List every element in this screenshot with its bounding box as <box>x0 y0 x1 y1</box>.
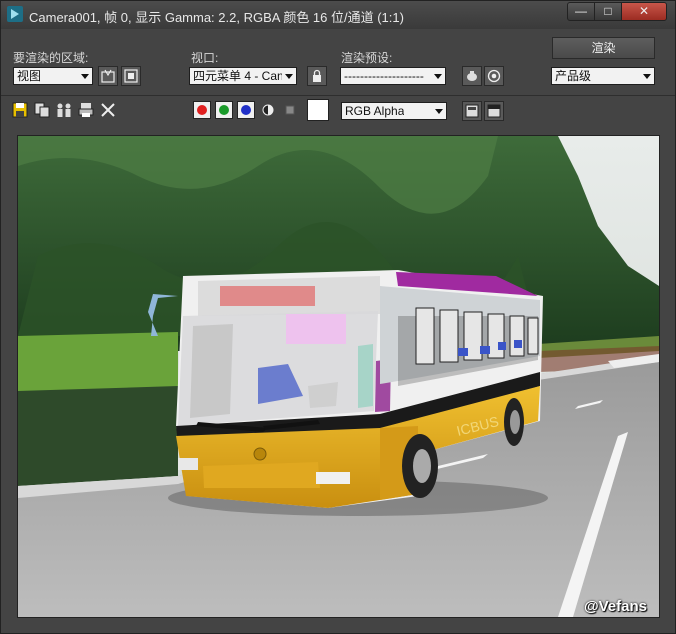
rendered-bus-scene: ICBUS <box>18 136 659 617</box>
red-channel-toggle[interactable] <box>193 101 211 119</box>
viewport-dropdown[interactable]: 四元菜单 4 - Can <box>189 67 297 85</box>
monochrome-icon[interactable] <box>281 101 299 119</box>
side-windows <box>415 307 539 365</box>
blue-dot-icon <box>241 105 251 115</box>
toolbar-divider <box>1 95 675 96</box>
quality-dropdown-value: 产品级 <box>555 69 592 83</box>
render-viewport[interactable]: ICBUS @Vefans <box>17 135 660 618</box>
window-icon <box>487 104 501 118</box>
channel-dropdown-value: RGB Alpha <box>345 104 405 118</box>
copy-image-icon[interactable] <box>33 101 51 119</box>
watermark-text: @Vefans <box>584 598 647 615</box>
window-title: Camera001, 帧 0, 显示 Gamma: 2.2, RGBA 颜色 1… <box>29 10 404 25</box>
maximize-button[interactable]: □ <box>594 2 622 21</box>
area-dropdown-value: 视图 <box>17 69 42 83</box>
blue-channel-toggle[interactable] <box>237 101 255 119</box>
green-channel-toggle[interactable] <box>215 101 233 119</box>
edit-region-button[interactable] <box>98 66 118 86</box>
title-bar[interactable]: Camera001, 帧 0, 显示 Gamma: 2.2, RGBA 颜色 1… <box>1 1 675 29</box>
chevron-down-icon <box>643 74 651 79</box>
render-setup-button[interactable] <box>462 66 482 86</box>
alpha-channel-icon[interactable] <box>259 101 277 119</box>
overlay-icon <box>465 104 479 118</box>
preset-dropdown[interactable]: -------------------- <box>340 67 446 85</box>
area-dropdown[interactable]: 视图 <box>13 67 93 85</box>
render-button[interactable]: 渲染 <box>552 37 655 59</box>
toggle-ui-button[interactable] <box>484 101 504 121</box>
viewport-dropdown-value: 四元菜单 4 - Can <box>193 69 282 83</box>
print-icon[interactable] <box>77 101 95 119</box>
lock-viewport-button[interactable] <box>307 66 327 86</box>
lock-icon <box>313 69 321 82</box>
channel-dropdown[interactable]: RGB Alpha <box>341 102 447 120</box>
quality-dropdown[interactable]: 产品级 <box>551 67 655 85</box>
red-dot-icon <box>197 105 207 115</box>
color-swatch[interactable] <box>307 99 329 121</box>
viewport-label: 视口: <box>191 51 219 65</box>
preset-dropdown-value: -------------------- <box>344 69 424 83</box>
clear-icon[interactable] <box>99 101 117 119</box>
environment-button[interactable] <box>484 66 504 86</box>
teapot-icon <box>467 71 477 81</box>
minimize-button[interactable]: — <box>567 2 595 21</box>
render-frame-window: Camera001, 帧 0, 显示 Gamma: 2.2, RGBA 颜色 1… <box>0 0 676 634</box>
chevron-down-icon <box>81 74 89 79</box>
green-dot-icon <box>219 105 229 115</box>
chevron-down-icon <box>434 74 442 79</box>
area-label: 要渲染的区域: <box>13 51 89 65</box>
edit-region-icon <box>101 69 115 83</box>
toggle-ui-overlay-button[interactable] <box>462 101 482 121</box>
save-image-icon[interactable] <box>11 101 29 119</box>
preset-label: 渲染预设: <box>341 51 393 65</box>
chevron-down-icon <box>435 109 443 114</box>
region-select-icon <box>124 69 138 83</box>
auto-region-button[interactable] <box>121 66 141 86</box>
close-button[interactable]: ✕ <box>621 2 667 21</box>
clone-window-icon[interactable] <box>55 101 73 119</box>
chevron-down-icon <box>285 74 293 79</box>
app-icon <box>7 6 23 22</box>
environment-icon <box>487 69 501 83</box>
